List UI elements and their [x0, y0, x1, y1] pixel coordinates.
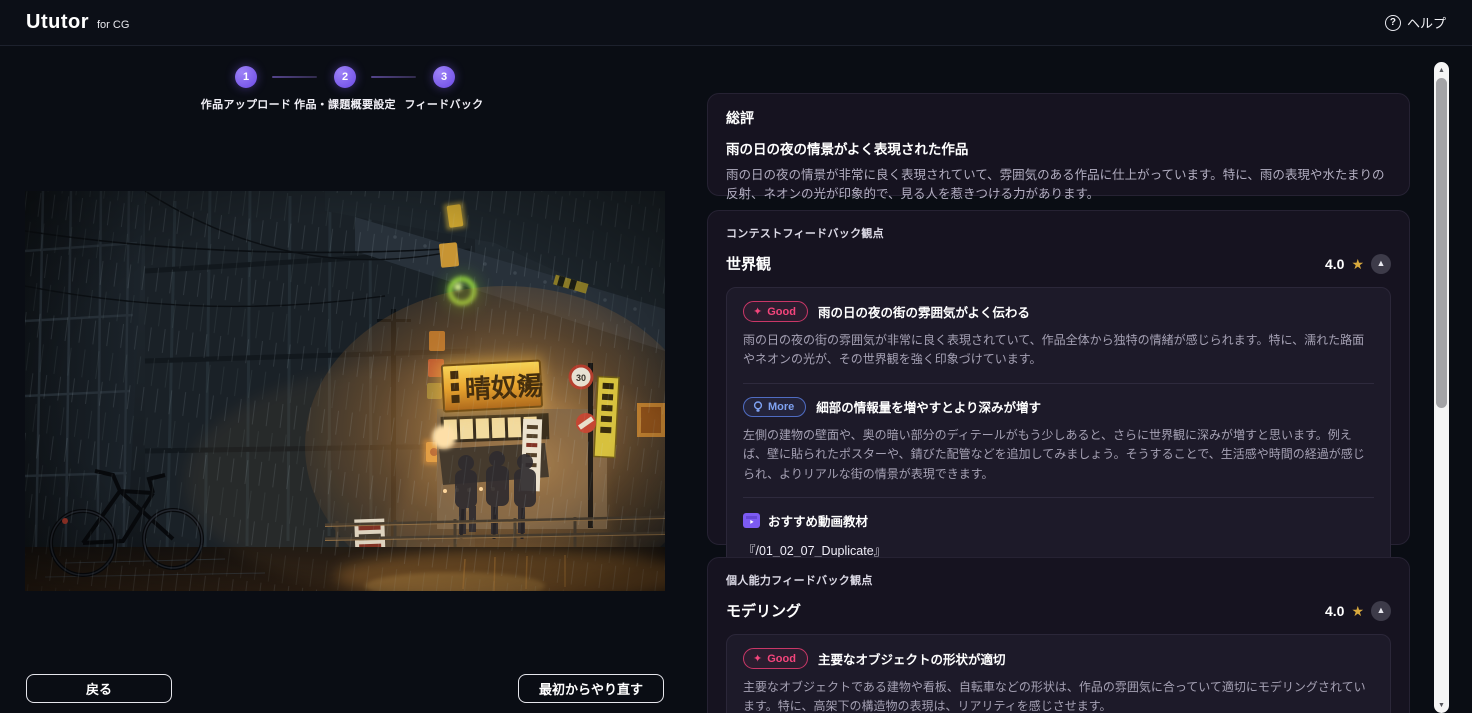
- more-item-body: 左側の建物の壁面や、奥の暗い部分のディテールがもう少しあると、さらに世界観に深み…: [743, 426, 1374, 484]
- step-label-3: フィードバック: [359, 96, 529, 112]
- good-item-body: 雨の日の夜の街の雰囲気が非常に良く表現されていて、作品全体から独特の情緒が感じら…: [743, 331, 1374, 370]
- divider: [743, 383, 1374, 384]
- good-item-title: 雨の日の夜の街の雰囲気がよく伝わる: [818, 302, 1030, 321]
- step-number-2: 2: [334, 66, 356, 88]
- help-label: ヘルプ: [1407, 13, 1446, 32]
- good-item-title: 主要なオブジェクトの形状が適切: [818, 649, 1006, 668]
- app-logo: Ututor for CG: [26, 11, 129, 34]
- brand-name: Ututor: [26, 11, 89, 34]
- rating-value: 4.0: [1325, 603, 1344, 619]
- brand-suffix: for CG: [97, 19, 129, 31]
- lightbulb-icon: [753, 401, 763, 413]
- question-circle-icon: ?: [1385, 15, 1401, 31]
- overall-headline: 雨の日の夜の情景がよく表現された作品: [726, 138, 1391, 158]
- contest-feedback-body: ✦ Good 雨の日の夜の街の雰囲気がよく伝わる 雨の日の夜の街の雰囲気が非常に…: [726, 287, 1391, 601]
- star-icon: ★: [1351, 257, 1364, 271]
- good-badge: ✦ Good: [743, 301, 808, 322]
- more-item-title: 細部の情報量を増やすとより深みが増す: [816, 397, 1041, 416]
- star-icon: ★: [1351, 604, 1364, 618]
- contest-card-title: 世界観: [726, 253, 771, 274]
- step-number-1: 1: [235, 66, 257, 88]
- sparkle-icon: ✦: [753, 305, 762, 318]
- step-number-3: 3: [433, 66, 455, 88]
- contest-feedback-panel: コンテストフィードバック観点 世界観 4.0 ★ ▲ ✦ Good 雨の日の夜の…: [707, 210, 1410, 545]
- overall-body: 雨の日の夜の情景が非常に良く表現されていて、雰囲気のある作品に仕上がっています。…: [726, 166, 1391, 205]
- personal-section-label: 個人能力フィードバック観点: [726, 572, 1391, 588]
- contest-rating: 4.0 ★ ▲: [1325, 254, 1391, 274]
- artwork-image: 晴奴湯 命: [25, 191, 665, 591]
- stepper-step-feedback[interactable]: 3 フィードバック: [359, 66, 529, 112]
- rating-value: 4.0: [1325, 256, 1344, 272]
- contest-section-label: コンテストフィードバック観点: [726, 225, 1391, 241]
- good-badge: ✦ Good: [743, 648, 808, 669]
- personal-card-title: モデリング: [726, 600, 801, 621]
- overall-review-panel: 総評 雨の日の夜の情景がよく表現された作品 雨の日の夜の情景が非常に良く表現され…: [707, 93, 1410, 196]
- back-button[interactable]: 戻る: [26, 674, 172, 703]
- scroll-up-arrow[interactable]: ▲: [1434, 63, 1449, 77]
- scroll-down-arrow[interactable]: ▼: [1434, 698, 1449, 712]
- sparkle-icon: ✦: [753, 652, 762, 665]
- app-header: Ututor for CG ? ヘルプ: [0, 0, 1472, 46]
- video-section-title: おすすめ動画教材: [768, 511, 868, 530]
- stepper-connector: [371, 76, 416, 78]
- help-button[interactable]: ? ヘルプ: [1385, 13, 1446, 32]
- collapse-chevron-button[interactable]: ▲: [1371, 254, 1391, 274]
- overall-title: 総評: [726, 108, 1391, 128]
- video-icon: [743, 513, 760, 528]
- rainy-night-scene: 晴奴湯 命: [25, 191, 665, 591]
- personal-feedback-panel: 個人能力フィードバック観点 モデリング 4.0 ★ ▲ ✦ Good 主要なオブ…: [707, 557, 1410, 713]
- page-scrollbar[interactable]: ▲ ▼: [1434, 62, 1449, 713]
- divider: [743, 497, 1374, 498]
- scrollbar-thumb[interactable]: [1436, 78, 1447, 408]
- collapse-chevron-button[interactable]: ▲: [1371, 601, 1391, 621]
- good-item-body: 主要なオブジェクトである建物や看板、自転車などの形状は、作品の雰囲気に合っていて…: [743, 678, 1374, 713]
- stepper-connector: [272, 76, 317, 78]
- personal-feedback-body: ✦ Good 主要なオブジェクトの形状が適切 主要なオブジェクトである建物や看板…: [726, 634, 1391, 713]
- personal-rating: 4.0 ★ ▲: [1325, 601, 1391, 621]
- more-badge: More: [743, 397, 806, 417]
- restart-button[interactable]: 最初からやり直す: [518, 674, 664, 703]
